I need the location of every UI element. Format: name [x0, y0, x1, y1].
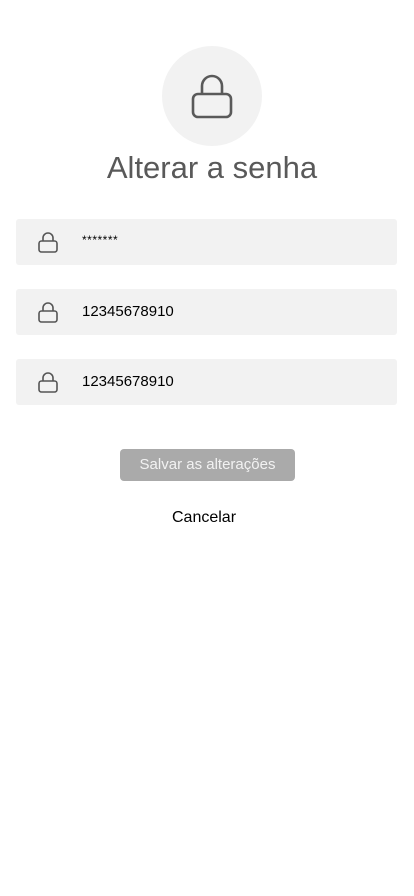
confirm-password-field[interactable]: 12345678910: [16, 359, 397, 405]
lock-icon: [38, 302, 58, 323]
lock-header-badge: [162, 46, 262, 146]
save-changes-button[interactable]: Salvar as alterações: [120, 449, 295, 481]
new-password-field[interactable]: 12345678910: [16, 289, 397, 335]
new-password-value[interactable]: 12345678910: [82, 289, 174, 335]
cancel-button[interactable]: Cancelar: [0, 507, 408, 529]
page-title: Alterar a senha: [106, 150, 318, 185]
lock-icon: [191, 74, 233, 119]
lock-icon: [38, 372, 58, 393]
lock-icon: [38, 232, 58, 253]
confirm-password-value[interactable]: 12345678910: [82, 359, 174, 405]
current-password-value[interactable]: *******: [82, 217, 118, 263]
current-password-field[interactable]: *******: [16, 219, 397, 265]
